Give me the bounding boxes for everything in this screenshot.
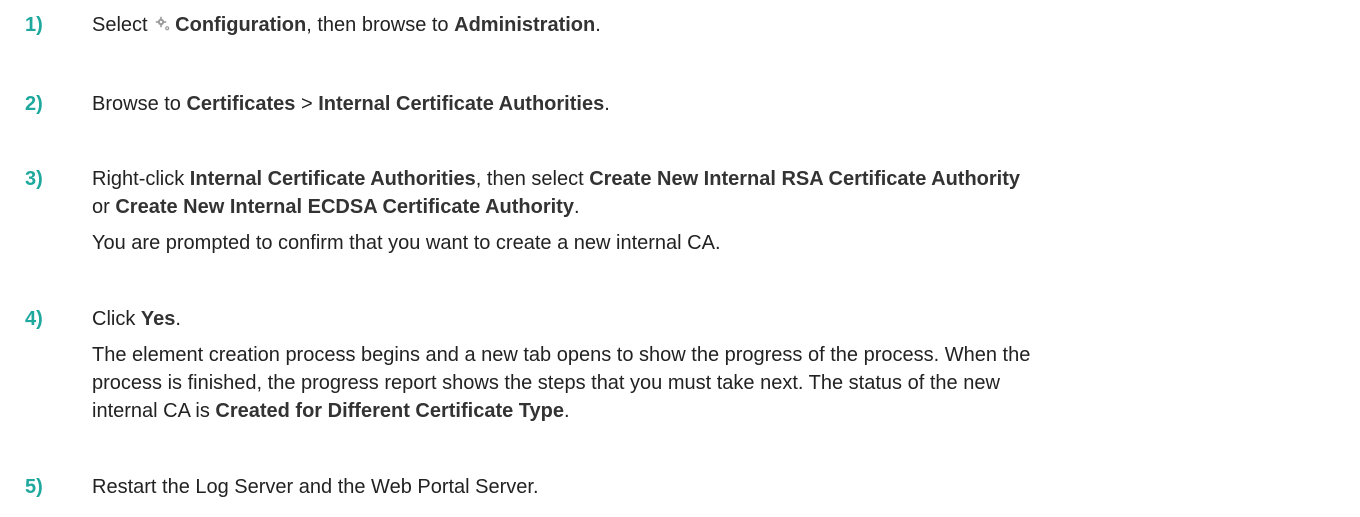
ui-term-yes: Yes (140, 308, 176, 330)
step-number: 4) (25, 308, 43, 330)
text-fragment: . (573, 196, 580, 218)
step-number: 1) (25, 14, 43, 36)
ui-term-status-created: Created for Different Certificate Type (215, 400, 564, 422)
ui-term-administration: Administration (454, 14, 596, 36)
gear-icon (155, 16, 170, 31)
step-5-text: Restart the Log Server and the Web Porta… (92, 476, 539, 498)
ui-term-create-ecdsa-ca: Create New Internal ECDSA Certificate Au… (115, 196, 574, 218)
ui-term-internal-ca: Internal Certificate Authorities (318, 93, 605, 115)
text-fragment: , then select (475, 168, 590, 190)
text-fragment: . (563, 400, 570, 422)
ui-term-create-rsa-ca: Create New Internal RSA Certificate Auth… (589, 168, 1021, 190)
text-fragment: Click (92, 308, 141, 330)
text-fragment: Select (92, 14, 154, 36)
text-fragment: internal CA is (92, 400, 216, 422)
text-fragment: , then browse to (306, 14, 455, 36)
text-fragment: . (175, 308, 181, 330)
step-1-text: Select Configuration, then browse to Adm… (92, 12, 601, 38)
text-fragment: . (595, 14, 601, 36)
step-4-result: internal CA is Created for Different Cer… (92, 398, 570, 424)
ui-term-certificates: Certificates (186, 93, 296, 115)
step-number: 3) (25, 168, 43, 190)
text-fragment: . (604, 93, 610, 115)
text-fragment: Right-click (92, 168, 190, 190)
ui-term-internal-ca: Internal Certificate Authorities (189, 168, 476, 190)
ui-term-configuration: Configuration (175, 14, 307, 36)
step-3-result: You are prompted to confirm that you wan… (92, 232, 721, 254)
text-fragment: > (295, 93, 319, 115)
step-3-text-cont: or Create New Internal ECDSA Certificate… (92, 194, 580, 220)
procedure-steps: 1) Select Configuration, then browse to … (0, 0, 1360, 517)
step-2-text: Browse to Certificates > Internal Certif… (92, 91, 610, 117)
step-number: 2) (25, 93, 43, 115)
step-4-text: Click Yes. (92, 306, 181, 332)
step-4-result: The element creation process begins and … (92, 344, 1031, 366)
text-fragment: Browse to (92, 93, 187, 115)
step-4-result: process is finished, the progress report… (92, 372, 1000, 394)
text-fragment: or (92, 196, 116, 218)
step-3-text: Right-click Internal Certificate Authori… (92, 166, 1020, 192)
step-number: 5) (25, 476, 43, 498)
